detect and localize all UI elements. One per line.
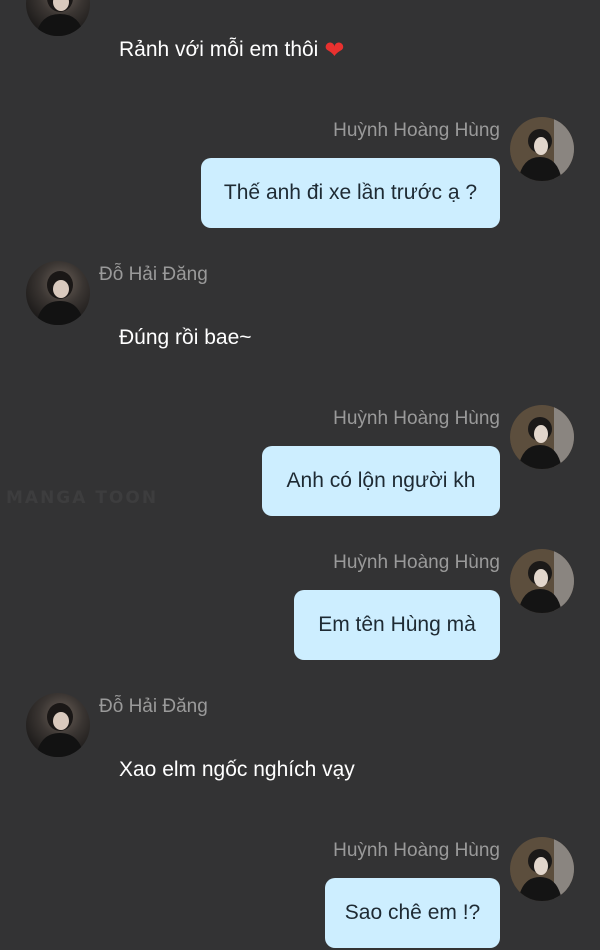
avatar-huynh-hoang-hung[interactable] <box>510 549 574 613</box>
watermark: MANGA TOON <box>6 488 159 508</box>
chat-thread: MANGA TOON Rảnh với mỗi em thôi ❤ Huỳnh H… <box>0 0 600 950</box>
sender-name: Huỳnh Hoàng Hùng <box>333 840 500 861</box>
heart-icon: ❤ <box>324 37 345 64</box>
message-bubble[interactable]: Anh có lộn người kh <box>262 446 500 516</box>
message-bubble[interactable]: Em tên Hùng mà <box>294 590 500 660</box>
avatar-huynh-hoang-hung[interactable] <box>510 117 574 181</box>
message-bubble[interactable]: Sao chê em !? <box>325 878 500 948</box>
message-text: Rảnh với mỗi em thôi ❤ <box>119 37 345 64</box>
avatar-huynh-hoang-hung[interactable] <box>510 405 574 469</box>
sender-name: Huỳnh Hoàng Hùng <box>333 408 500 429</box>
message-bubble[interactable]: Thế anh đi xe lần trước ạ ? <box>201 158 500 228</box>
sender-name: Đỗ Hải Đăng <box>99 696 208 717</box>
avatar-do-hai-dang[interactable] <box>26 693 90 757</box>
sender-name: Đỗ Hải Đăng <box>99 264 208 285</box>
message-text: Đúng rồi bae~ <box>119 326 252 349</box>
avatar-do-hai-dang[interactable] <box>26 261 90 325</box>
sender-name: Huỳnh Hoàng Hùng <box>333 552 500 573</box>
avatar-do-hai-dang[interactable] <box>26 0 90 36</box>
avatar-huynh-hoang-hung[interactable] <box>510 837 574 901</box>
sender-name: Huỳnh Hoàng Hùng <box>333 120 500 141</box>
message-text: Xao elm ngốc nghích vạy <box>119 758 355 781</box>
